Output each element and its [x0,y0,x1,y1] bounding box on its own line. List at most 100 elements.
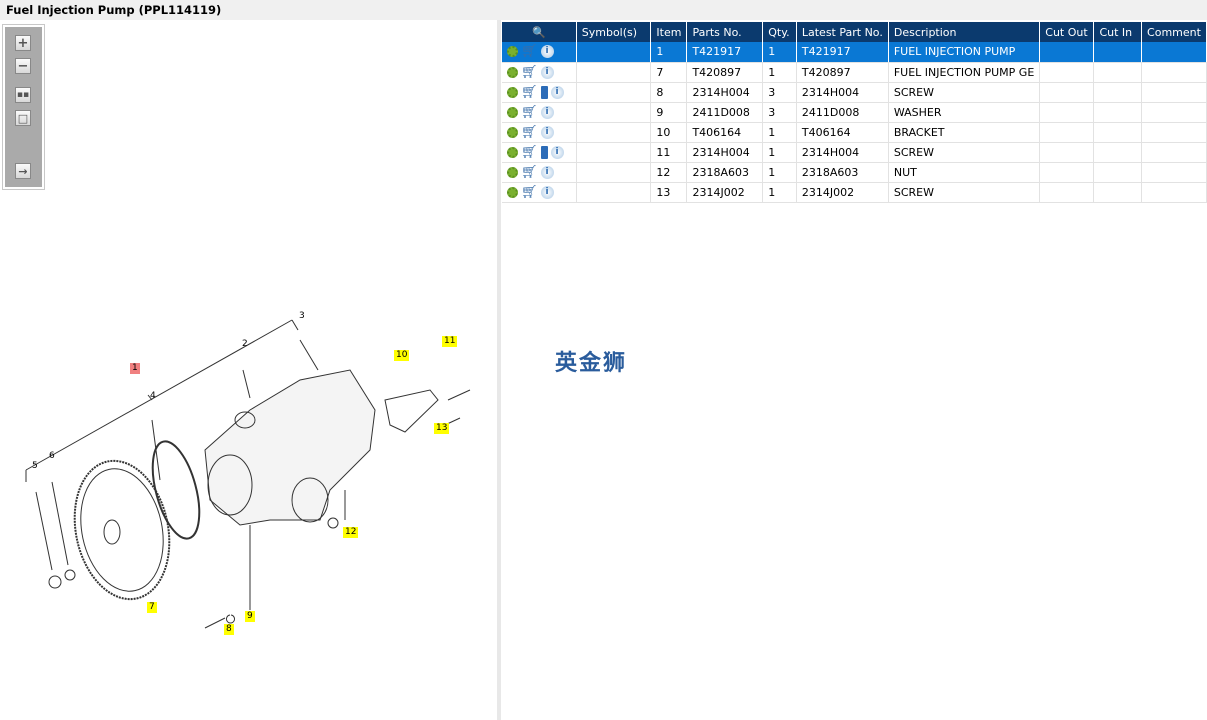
header-cut-out[interactable]: Cut Out [1039,22,1095,42]
cell-parts-no: 2314H004 [686,82,764,103]
cell-description: SCREW [888,182,1041,203]
gear-icon[interactable] [507,86,518,98]
cell-symbols [576,142,652,163]
info-icon[interactable]: i [540,185,554,199]
zoom-out-button[interactable]: − [15,58,31,74]
cell-latest-part-no: T406164 [796,122,889,143]
cart-icon[interactable]: 🛒︎ [521,65,538,80]
header-symbols[interactable]: Symbol(s) [576,22,652,42]
gear-icon[interactable] [507,126,518,138]
callout-13[interactable]: 13 [434,423,450,434]
callout-2[interactable]: 2 [240,339,250,350]
callout-1[interactable]: 1 [130,363,140,374]
row-icons: 🛒︎ i [502,102,577,123]
header-qty[interactable]: Qty. [762,22,797,42]
gear-icon[interactable] [507,66,518,78]
callout-4[interactable]: 4 [148,391,158,402]
cell-comment [1141,162,1207,183]
cell-cut-in [1093,142,1143,163]
callout-6[interactable]: 6 [47,451,57,462]
table-row[interactable]: 🛒︎ i 1 T421917 1 T421917 FUEL INJECTION P… [502,42,1207,63]
cell-parts-no: T421917 [686,42,764,63]
watermark: 英金狮 [555,351,628,376]
info-icon[interactable]: i [540,45,554,59]
table-row[interactable]: 🛒︎ i 7 T420897 1 T420897 FUEL INJECTION P… [502,62,1207,83]
info-icon[interactable]: i [540,165,554,179]
fit-window-button[interactable]: □ [15,110,31,126]
info-icon[interactable]: i [550,145,564,159]
cell-cut-out [1039,62,1095,83]
cart-icon[interactable]: 🛒︎ [521,145,538,160]
cell-qty: 1 [762,182,797,203]
callout-9[interactable]: 9 [245,611,255,622]
callout-8[interactable]: 8 [224,624,234,635]
cell-cut-in [1093,102,1143,123]
header-latest-part-no[interactable]: Latest Part No. [796,22,889,42]
book-icon[interactable] [540,145,548,159]
cell-cut-in [1093,162,1143,183]
cart-icon[interactable]: 🛒︎ [521,185,538,200]
header-description[interactable]: Description [888,22,1041,42]
gear-icon[interactable] [507,186,518,198]
cart-icon[interactable]: 🛒︎ [521,44,538,59]
gear-icon[interactable] [507,166,518,178]
gear-icon[interactable] [507,46,518,58]
cell-cut-out [1039,42,1095,63]
cell-comment [1141,82,1207,103]
export-button[interactable]: → [15,163,31,179]
cart-icon[interactable]: 🛒︎ [521,165,538,180]
cell-qty: 3 [762,102,797,123]
book-icon[interactable] [540,85,548,99]
cell-cut-in [1093,82,1143,103]
info-icon[interactable]: i [540,125,554,139]
cell-item: 13 [650,182,688,203]
diagram-panel[interactable]: 1 2 3 4 5 6 7 8 9 10 11 12 13 [0,20,497,720]
callout-5[interactable]: 5 [30,461,40,472]
diagram-toolbar: + − ▪▪ □ → [2,24,45,190]
row-icons: 🛒︎ i [502,42,577,63]
panel-splitter[interactable] [497,20,501,720]
cell-symbols [576,162,652,183]
header-comment[interactable]: Comment [1141,22,1207,42]
header-item[interactable]: Item [650,22,688,42]
column-search-icon[interactable]: 🔍 [502,22,577,42]
cell-parts-no: 2314J002 [686,182,764,203]
cell-item: 7 [650,62,688,83]
cart-icon[interactable]: 🛒︎ [521,125,538,140]
cell-cut-in [1093,182,1143,203]
gear-icon[interactable] [507,146,518,158]
table-row[interactable]: 🛒︎ i 8 2314H004 3 2314H004 SCREW [502,82,1207,103]
header-parts-no[interactable]: Parts No. [686,22,764,42]
callout-12[interactable]: 12 [343,527,359,538]
cart-icon[interactable]: 🛒︎ [521,85,538,100]
table-row[interactable]: 🛒︎ i 10 T406164 1 T406164 BRACKET [502,122,1207,143]
cell-description: NUT [888,162,1041,183]
cell-cut-out [1039,122,1095,143]
gear-icon[interactable] [507,106,518,118]
callout-3[interactable]: 3 [297,311,307,322]
zoom-in-button[interactable]: + [15,35,31,51]
table-row[interactable]: 🛒︎ i 9 2411D008 3 2411D008 WASHER [502,102,1207,123]
cart-icon[interactable]: 🛒︎ [521,105,538,120]
info-icon[interactable]: i [550,85,564,99]
header-cut-in[interactable]: Cut In [1093,22,1143,42]
callout-10[interactable]: 10 [394,350,410,361]
table-row[interactable]: 🛒︎ i 11 2314H004 1 2314H004 SCREW [502,142,1207,163]
cell-description: FUEL INJECTION PUMP GE [888,62,1041,83]
row-icons: 🛒︎ i [502,82,577,103]
info-icon[interactable]: i [540,105,554,119]
fit-all-button[interactable]: ▪▪ [15,87,31,103]
cell-latest-part-no: 2314H004 [796,142,889,163]
cell-cut-out [1039,142,1095,163]
cell-item: 11 [650,142,688,163]
row-icons: 🛒︎ i [502,182,577,203]
table-row[interactable]: 🛒︎ i 13 2314J002 1 2314J002 SCREW [502,182,1207,203]
cell-symbols [576,42,652,63]
cell-item: 9 [650,102,688,123]
info-icon[interactable]: i [540,65,554,79]
cell-latest-part-no: 2411D008 [796,102,889,123]
callout-11[interactable]: 11 [442,336,458,347]
parts-table: 🔍 Symbol(s) Item Parts No. Qty. Latest P… [502,22,1207,203]
callout-7[interactable]: 7 [147,602,157,613]
table-row[interactable]: 🛒︎ i 12 2318A603 1 2318A603 NUT [502,162,1207,183]
